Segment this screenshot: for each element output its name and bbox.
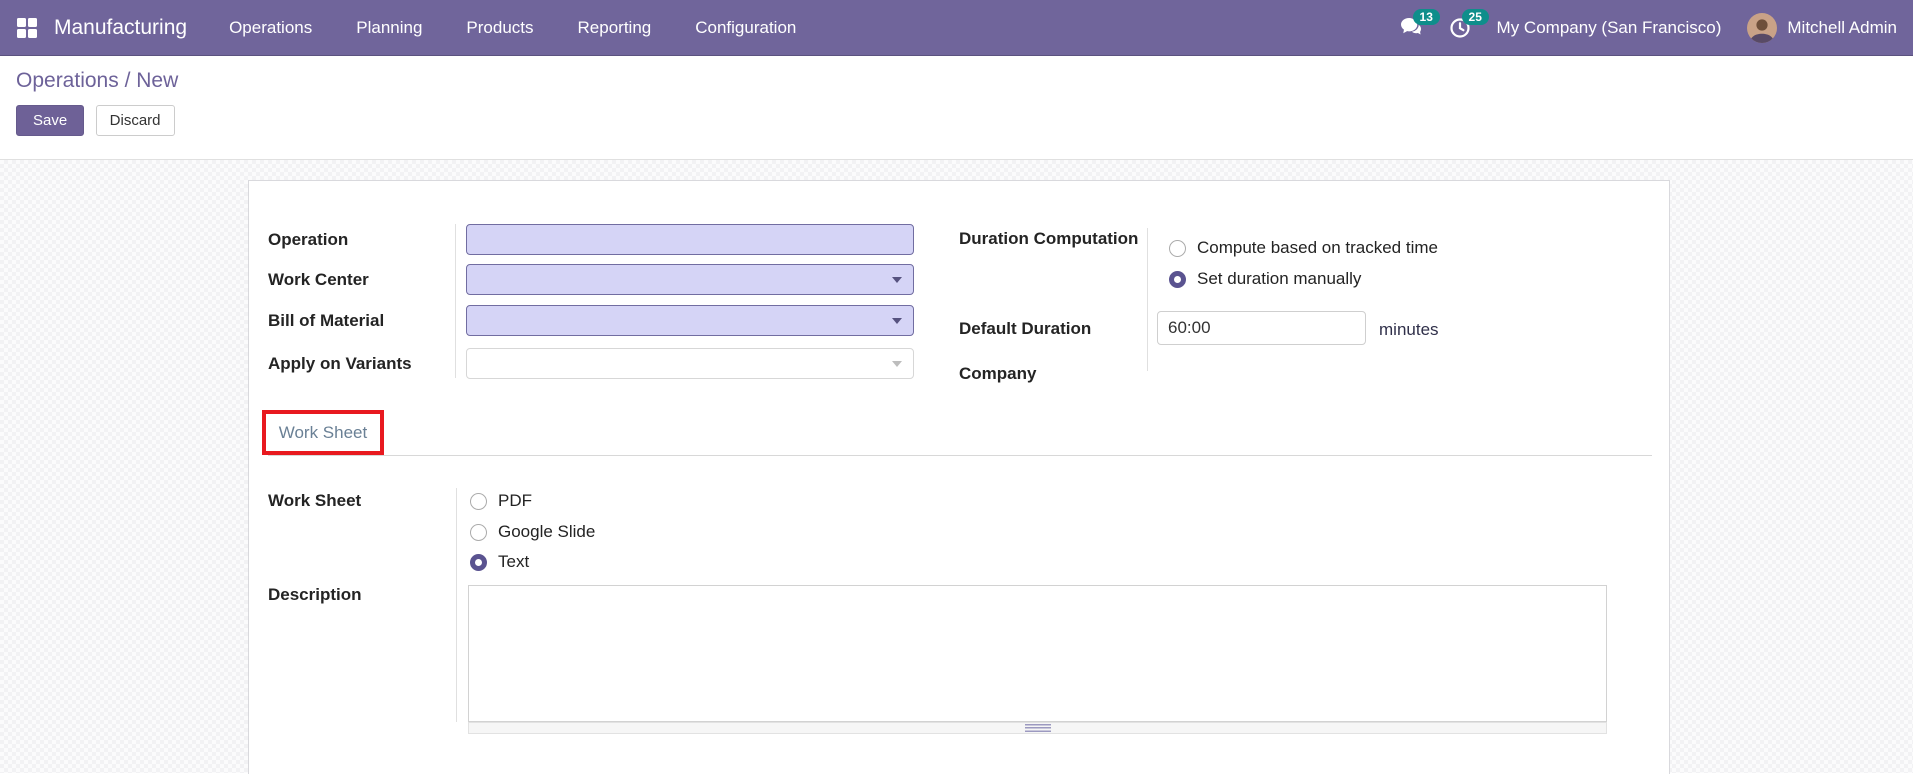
chevron-down-icon bbox=[892, 360, 902, 367]
operation-label: Operation bbox=[268, 230, 349, 249]
bill-of-material-select[interactable] bbox=[466, 305, 914, 336]
save-button[interactable]: Save bbox=[16, 105, 85, 136]
textarea-resize-handle[interactable] bbox=[468, 722, 1607, 734]
company-label: Company bbox=[959, 364, 1037, 383]
apply-on-variants-label: Apply on Variants bbox=[268, 354, 412, 373]
menu-operations[interactable]: Operations bbox=[229, 18, 312, 38]
user-name: Mitchell Admin bbox=[1787, 17, 1897, 37]
menu-planning[interactable]: Planning bbox=[356, 18, 422, 38]
right-group-separator bbox=[1147, 228, 1148, 371]
radio-icon bbox=[470, 492, 487, 510]
discard-button[interactable]: Discard bbox=[95, 105, 175, 136]
breadcrumb-separator: / bbox=[124, 69, 131, 92]
avatar bbox=[1747, 12, 1778, 43]
breadcrumb-current: New bbox=[136, 69, 179, 92]
radio-label: Google Slide bbox=[498, 522, 596, 541]
chevron-down-icon bbox=[892, 276, 902, 283]
chevron-down-icon bbox=[892, 317, 902, 324]
menu-products[interactable]: Products bbox=[466, 18, 533, 38]
menu-reporting[interactable]: Reporting bbox=[578, 18, 652, 38]
radio-label: PDF bbox=[498, 491, 532, 510]
resize-grip-icon bbox=[1024, 724, 1051, 732]
breadcrumb-operations[interactable]: Operations bbox=[16, 69, 119, 92]
activities-button[interactable]: 25 bbox=[1449, 8, 1489, 39]
default-duration-suffix: minutes bbox=[1379, 320, 1439, 339]
tab-strip-rule bbox=[268, 455, 1652, 456]
radio-label: Compute based on tracked time bbox=[1197, 238, 1438, 257]
menu-configuration[interactable]: Configuration bbox=[695, 18, 796, 38]
form-view-background: Operation Work Center Bill of Material A… bbox=[0, 160, 1913, 774]
radio-label: Set duration manually bbox=[1197, 269, 1362, 288]
app-name[interactable]: Manufacturing bbox=[54, 16, 187, 40]
radio-icon bbox=[1169, 270, 1186, 288]
radio-google-slide[interactable]: Google Slide bbox=[470, 522, 596, 541]
messages-badge: 13 bbox=[1412, 9, 1440, 25]
tab-work-sheet[interactable]: Work Sheet bbox=[279, 423, 368, 443]
navbar-systray: 13 25 My Company (San Francisco) Mitchel… bbox=[1400, 8, 1897, 43]
radio-icon bbox=[1169, 239, 1186, 257]
description-textarea[interactable] bbox=[468, 585, 1607, 722]
worksheet-group-separator bbox=[456, 488, 457, 722]
default-duration-label: Default Duration bbox=[959, 319, 1092, 338]
work-sheet-label: Work Sheet bbox=[268, 491, 362, 510]
default-duration-input[interactable] bbox=[1157, 311, 1366, 345]
left-group-separator bbox=[455, 224, 456, 378]
company-switcher[interactable]: My Company (San Francisco) bbox=[1497, 18, 1722, 38]
activities-badge: 25 bbox=[1461, 8, 1489, 25]
bill-of-material-label: Bill of Material bbox=[268, 311, 385, 330]
main-menu: Operations Planning Products Reporting C… bbox=[229, 18, 796, 38]
radio-icon bbox=[470, 523, 487, 541]
radio-set-duration-manually[interactable]: Set duration manually bbox=[1169, 269, 1362, 288]
apps-grid-icon bbox=[16, 17, 38, 39]
top-navbar: Manufacturing Operations Planning Produc… bbox=[0, 0, 1913, 56]
breadcrumb: Operations / New bbox=[16, 69, 1897, 93]
radio-label: Text bbox=[498, 552, 530, 571]
radio-compute-tracked-time[interactable]: Compute based on tracked time bbox=[1169, 238, 1438, 257]
apps-menu-button[interactable] bbox=[16, 17, 38, 39]
apply-on-variants-select[interactable] bbox=[466, 348, 914, 379]
operation-input[interactable] bbox=[466, 224, 914, 255]
control-buttons: Save Discard bbox=[16, 105, 1897, 136]
user-menu[interactable]: Mitchell Admin bbox=[1747, 12, 1897, 43]
work-center-select[interactable] bbox=[466, 264, 914, 295]
radio-icon bbox=[470, 553, 487, 571]
form-sheet: Operation Work Center Bill of Material A… bbox=[248, 180, 1670, 774]
messages-button[interactable]: 13 bbox=[1400, 9, 1440, 38]
radio-pdf[interactable]: PDF bbox=[470, 491, 532, 510]
control-panel: Operations / New Save Discard bbox=[0, 56, 1913, 160]
annotation-highlight-box: Work Sheet bbox=[262, 410, 384, 455]
description-label: Description bbox=[268, 585, 362, 604]
duration-computation-label: Duration Computation bbox=[959, 229, 1139, 248]
radio-text[interactable]: Text bbox=[470, 552, 530, 571]
work-center-label: Work Center bbox=[268, 270, 369, 289]
